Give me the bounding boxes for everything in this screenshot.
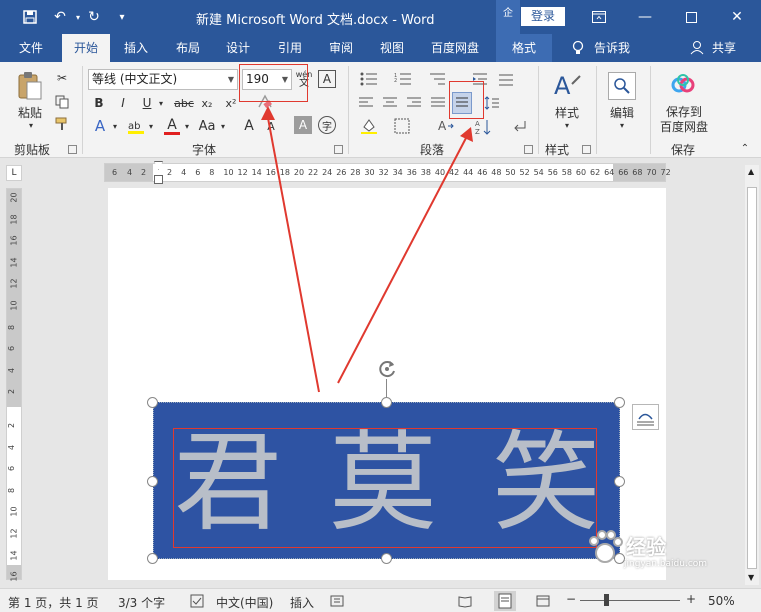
print-layout-icon[interactable] xyxy=(494,591,516,611)
word-window: ↶ ▾ ↻ ▾ 新建 Microsoft Word 文档.docx - Word… xyxy=(0,0,761,612)
language[interactable]: 中文(中国) xyxy=(216,594,273,611)
word-count[interactable]: 3/3 个字 xyxy=(118,594,165,611)
watermark-url: jingyan.baidu.com xyxy=(624,559,708,569)
annotation-arrows xyxy=(261,106,473,393)
zoom-slider-thumb[interactable] xyxy=(604,594,609,606)
read-mode-icon[interactable] xyxy=(458,594,472,608)
watermark-title: 经验 xyxy=(626,535,666,559)
arrow-head xyxy=(460,127,473,142)
paw-logo xyxy=(589,530,623,563)
baidu-jingyan-watermark: 经验 jingyan.baidu.com xyxy=(586,525,728,585)
macro-icon[interactable] xyxy=(330,594,344,608)
proofing-icon[interactable] xyxy=(190,594,204,608)
arrow-to-clear-format xyxy=(267,117,320,393)
zoom-level[interactable]: 50% xyxy=(708,594,735,608)
zoom-in-button[interactable]: + xyxy=(686,592,696,606)
arrow-to-distributed-align xyxy=(337,137,467,384)
zoom-out-button[interactable]: − xyxy=(566,592,576,606)
insert-mode[interactable]: 插入 xyxy=(290,594,314,611)
web-layout-icon[interactable] xyxy=(536,594,550,608)
zoom-slider[interactable] xyxy=(580,600,680,601)
page-count[interactable]: 第 1 页，共 1 页 xyxy=(8,594,99,611)
arrow-head xyxy=(261,106,275,120)
status-bar: 第 1 页，共 1 页 3/3 个字 中文(中国) 插入 − + 50% xyxy=(0,588,761,612)
